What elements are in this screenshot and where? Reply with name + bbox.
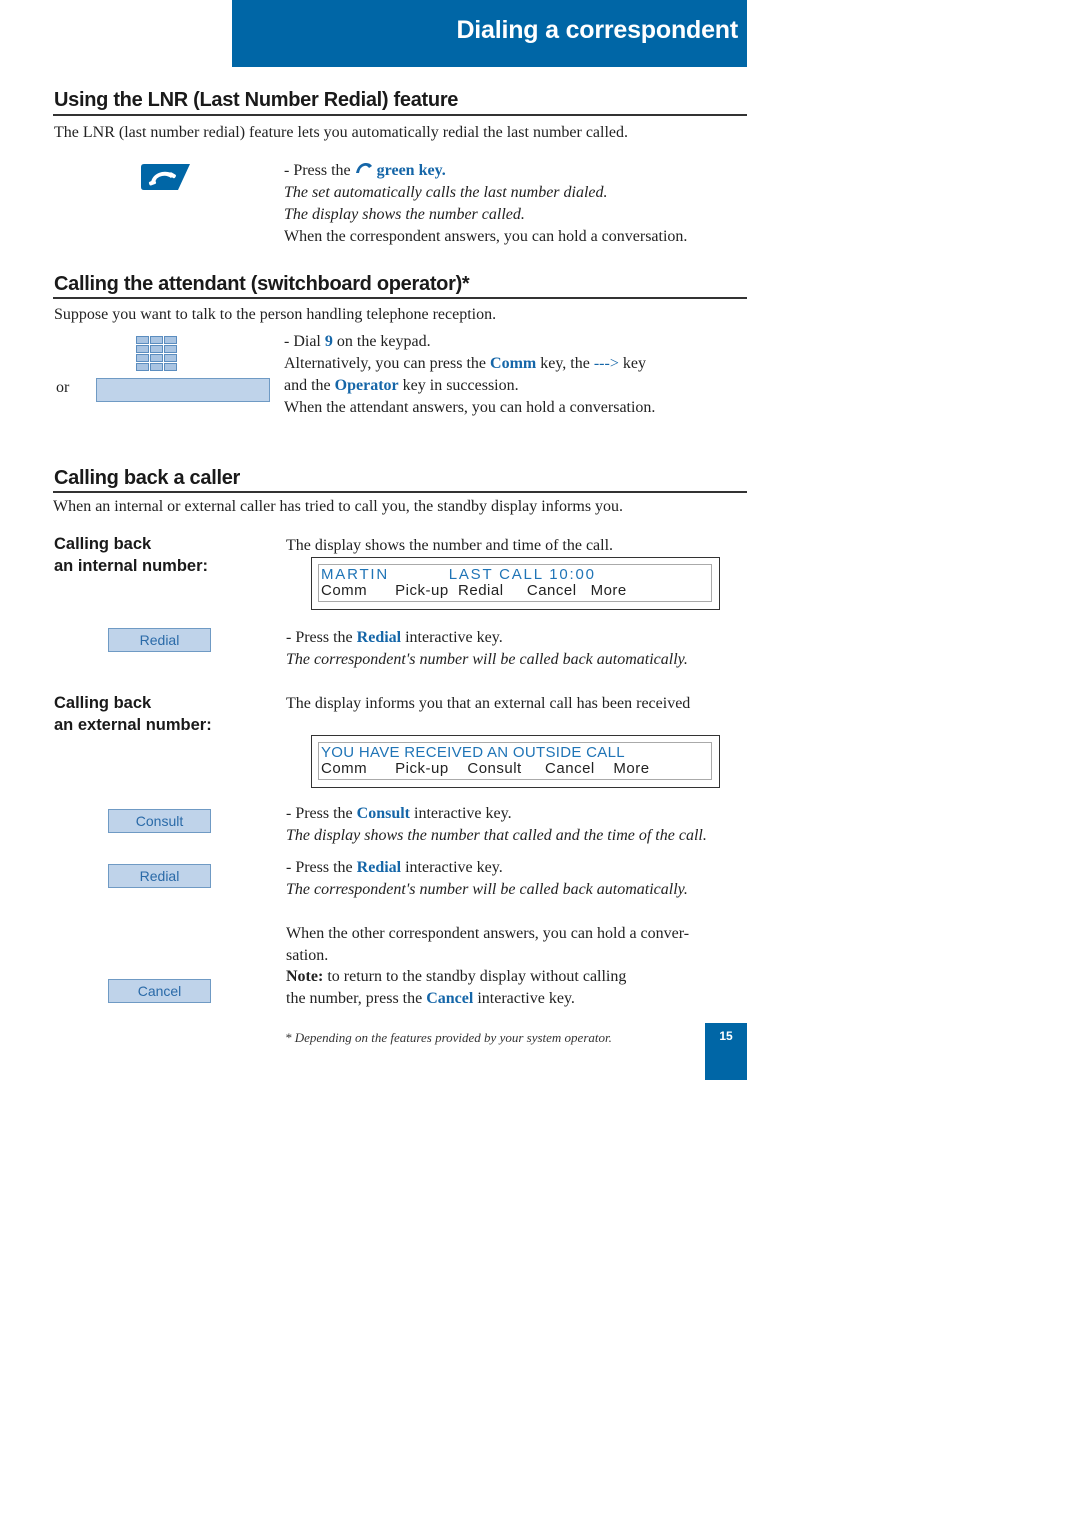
phone-handset-icon [355,162,372,173]
note-line2-prefix: the number, press the [286,990,423,1007]
internal-note: The correspondent's number will be calle… [286,651,688,668]
or-label: or [56,379,70,396]
green-key-label: green key. [376,162,446,179]
display-line-2: Comm Pick-up Consult Cancel More [321,760,650,777]
dial-suffix: on the keypad. [336,333,431,350]
step-prefix: - Press the [286,859,353,876]
consult-soft-key[interactable]: Consult [108,809,211,833]
attendant-answer: When the attendant answers, you can hold… [284,399,656,416]
note-text: to return to the standby display without… [327,968,627,985]
and-prefix: and the [284,377,331,394]
arrow-key-label: ---> [593,355,619,372]
external-display: YOU HAVE RECEIVED AN OUTSIDE CALL Comm P… [311,735,720,788]
external-label-line1: Calling back [54,694,152,712]
note-line1: Note: to return to the standby display w… [286,966,626,988]
display-line-1: MARTIN LAST CALL 10:00 [321,566,596,583]
lnr-line4: When the correspondent answers, you can … [284,228,688,245]
alt-prefix: Alternatively, you can press the [284,355,487,372]
lnr-line3: The display shows the number called. [284,206,525,223]
note-line2-suffix: interactive key. [477,990,575,1007]
and-suffix: key in succession. [402,377,519,394]
display-line-2: Comm Pick-up Redial Cancel More [321,582,627,599]
external-answer-line2: sation. [286,947,329,964]
green-key-phone-icon [141,164,190,190]
redial-key-label: Redial [356,859,402,876]
internal-label: Calling back an internal number: [54,533,208,577]
callback-intro: When an internal or external caller has … [53,498,624,515]
attendant-intro: Suppose you want to talk to the person h… [54,306,497,323]
and-step: and the Operator key in succession. [284,375,519,397]
lnr-intro: The LNR (last number redial) feature let… [54,124,629,141]
display-screen: YOU HAVE RECEIVED AN OUTSIDE CALL Comm P… [318,742,712,780]
chapter-header: Dialing a correspondent [232,0,747,67]
note-line2: the number, press the Cancel interactive… [286,988,575,1010]
consult-key-label: Consult [356,805,411,822]
consult-note: The display shows the number that called… [286,827,707,844]
section-title-callback: Calling back a caller [54,467,241,489]
section-title-lnr: Using the LNR (Last Number Redial) featu… [54,89,459,111]
page-number-tab: 15 [705,1023,747,1080]
redial-soft-key[interactable]: Redial [108,864,211,888]
section-rule [53,491,747,493]
operator-soft-key[interactable] [96,378,270,402]
external-desc: The display informs you that an external… [286,695,691,712]
internal-display: MARTIN LAST CALL 10:00 Comm Pick-up Redi… [311,557,720,610]
internal-label-line1: Calling back [54,535,152,553]
redial-note: The correspondent's number will be calle… [286,881,688,898]
lnr-step: - Press the green key. [284,160,446,182]
internal-step: - Press the Redial interactive key. [286,627,503,649]
alt-suffix: key [622,355,646,372]
chapter-title: Dialing a correspondent [456,16,738,44]
keypad-icon [136,336,177,371]
page-number: 15 [719,1029,733,1043]
redial-soft-key[interactable]: Redial [108,628,211,652]
internal-desc: The display shows the number and time of… [286,537,614,554]
comm-key-label: Comm [490,355,537,372]
step-suffix: interactive key. [405,629,503,646]
cancel-key-label: Cancel [426,990,474,1007]
step-prefix: - Press the [286,629,353,646]
dial-digit: 9 [324,333,333,350]
alt-mid: key, the [540,355,590,372]
note-label: Note: [286,968,324,985]
dial-step: - Dial 9 on the keypad. [284,331,431,353]
step-suffix: interactive key. [405,859,503,876]
lnr-line2: The set automatically calls the last num… [284,184,608,201]
redial-key-label: Redial [356,629,402,646]
operator-key-label: Operator [334,377,399,394]
external-label: Calling back an external number: [54,692,212,736]
lnr-step-prefix: - Press the [284,162,351,179]
step-prefix: - Press the [286,805,353,822]
consult-step: - Press the Consult interactive key. [286,803,512,825]
section-title-attendant: Calling the attendant (switchboard opera… [54,273,470,295]
cancel-soft-key[interactable]: Cancel [108,979,211,1003]
step-suffix: interactive key. [414,805,512,822]
external-label-line2: an external number: [54,716,212,734]
alt-step: Alternatively, you can press the Comm ke… [284,353,646,375]
section-rule [53,114,747,116]
section-rule [53,297,747,299]
display-line-1: YOU HAVE RECEIVED AN OUTSIDE CALL [321,744,625,761]
dial-prefix: - Dial [284,333,321,350]
redial-step: - Press the Redial interactive key. [286,857,503,879]
display-screen: MARTIN LAST CALL 10:00 Comm Pick-up Redi… [318,564,712,602]
footnote: * Depending on the features provided by … [285,1030,612,1045]
external-answer-line1: When the other correspondent answers, yo… [286,925,690,942]
internal-label-line2: an internal number: [54,557,209,575]
